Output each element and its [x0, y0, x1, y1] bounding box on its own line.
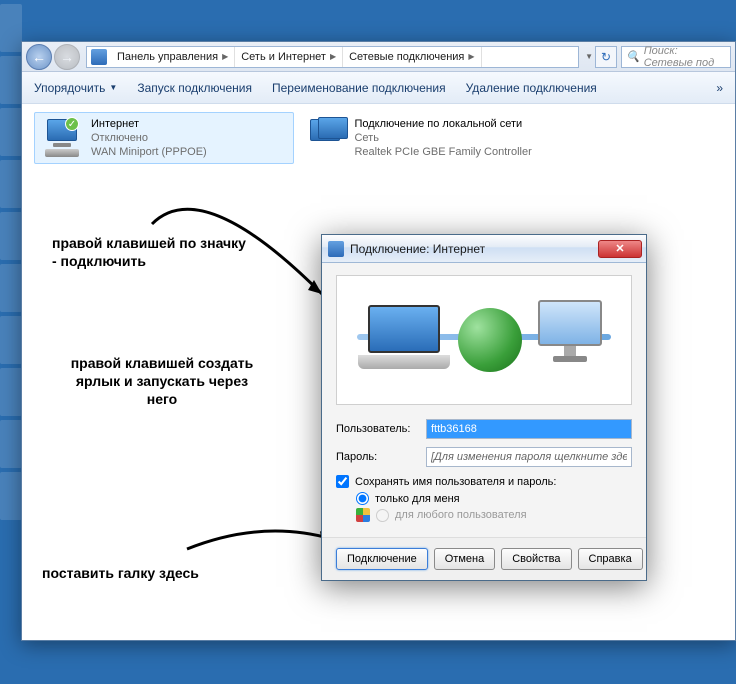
connect-dialog: Подключение: Интернет ✕ Пользователь: Па… [321, 234, 647, 581]
toolbar: Упорядочить▼ Запуск подключения Переимен… [22, 72, 735, 104]
connection-lan-icon [304, 117, 346, 159]
properties-button[interactable]: Свойства [501, 548, 571, 570]
breadcrumb[interactable]: Сетевые подключения▶ [343, 47, 481, 67]
nav-bar: ← → Панель управления▶ Сеть и Интернет▶ … [22, 42, 735, 72]
save-credentials-checkbox[interactable] [336, 475, 349, 488]
connection-item-lan[interactable]: Подключение по локальной сети Сеть Realt… [298, 113, 558, 163]
search-input[interactable]: 🔍 Поиск: Сетевые под [621, 46, 731, 68]
search-icon: 🔍 [626, 50, 640, 63]
connection-status: Сеть [354, 131, 531, 145]
connection-device: Realtek PCIe GBE Family Controller [354, 145, 531, 159]
network-location-icon [91, 49, 107, 65]
address-bar[interactable]: Панель управления▶ Сеть и Интернет▶ Сете… [86, 46, 579, 68]
cancel-button[interactable]: Отмена [434, 548, 495, 570]
connection-status: Отключено [91, 131, 207, 145]
close-button[interactable]: ✕ [598, 240, 642, 258]
delete-connection-button[interactable]: Удаление подключения [466, 81, 597, 95]
annotation-text: правой клавишей создать ярлык и запускат… [62, 354, 262, 408]
forward-button[interactable]: → [54, 44, 80, 70]
toolbar-overflow[interactable]: » [716, 81, 723, 95]
password-label: Пароль: [336, 451, 420, 463]
dialog-illustration [336, 275, 632, 405]
back-button[interactable]: ← [26, 44, 52, 70]
annotation-arrow-icon [142, 164, 342, 304]
only-me-label: только для меня [375, 493, 460, 505]
username-label: Пользователь: [336, 423, 420, 435]
laptop-icon [358, 305, 450, 375]
organize-menu[interactable]: Упорядочить▼ [34, 81, 117, 95]
shield-icon [356, 508, 370, 522]
status-check-icon: ✓ [65, 117, 79, 131]
annotation-text: поставить галку здесь [42, 564, 199, 582]
dialog-titlebar[interactable]: Подключение: Интернет ✕ [322, 235, 646, 263]
connection-device: WAN Miniport (PPPOE) [91, 145, 207, 159]
any-user-radio [376, 509, 389, 522]
connect-button[interactable]: Подключение [336, 548, 428, 570]
dialog-title: Подключение: Интернет [350, 242, 485, 256]
connection-modem-icon: ✓ [41, 117, 83, 159]
any-user-label: для любого пользователя [395, 509, 527, 521]
connection-title: Подключение по локальной сети [354, 117, 531, 131]
globe-icon [458, 308, 522, 372]
breadcrumb[interactable]: Сеть и Интернет▶ [235, 47, 343, 67]
password-field[interactable] [426, 447, 632, 467]
connection-title: Интернет [91, 117, 207, 131]
username-field[interactable] [426, 419, 632, 439]
annotation-arrow-icon [182, 514, 342, 564]
rename-connection-button[interactable]: Переименование подключения [272, 81, 446, 95]
breadcrumb[interactable]: Панель управления▶ [111, 47, 235, 67]
save-credentials-label: Сохранять имя пользователя и пароль: [355, 476, 556, 488]
start-connection-button[interactable]: Запуск подключения [137, 81, 252, 95]
refresh-button[interactable]: ↻ [595, 46, 617, 68]
only-me-radio[interactable] [356, 492, 369, 505]
dialog-buttons: Подключение Отмена Свойства Справка [322, 537, 646, 580]
dialog-icon [328, 241, 344, 257]
desktop-pc-icon [530, 300, 610, 380]
help-button[interactable]: Справка [578, 548, 643, 570]
connection-item-internet[interactable]: ✓ Интернет Отключено WAN Miniport (PPPOE… [34, 112, 294, 164]
